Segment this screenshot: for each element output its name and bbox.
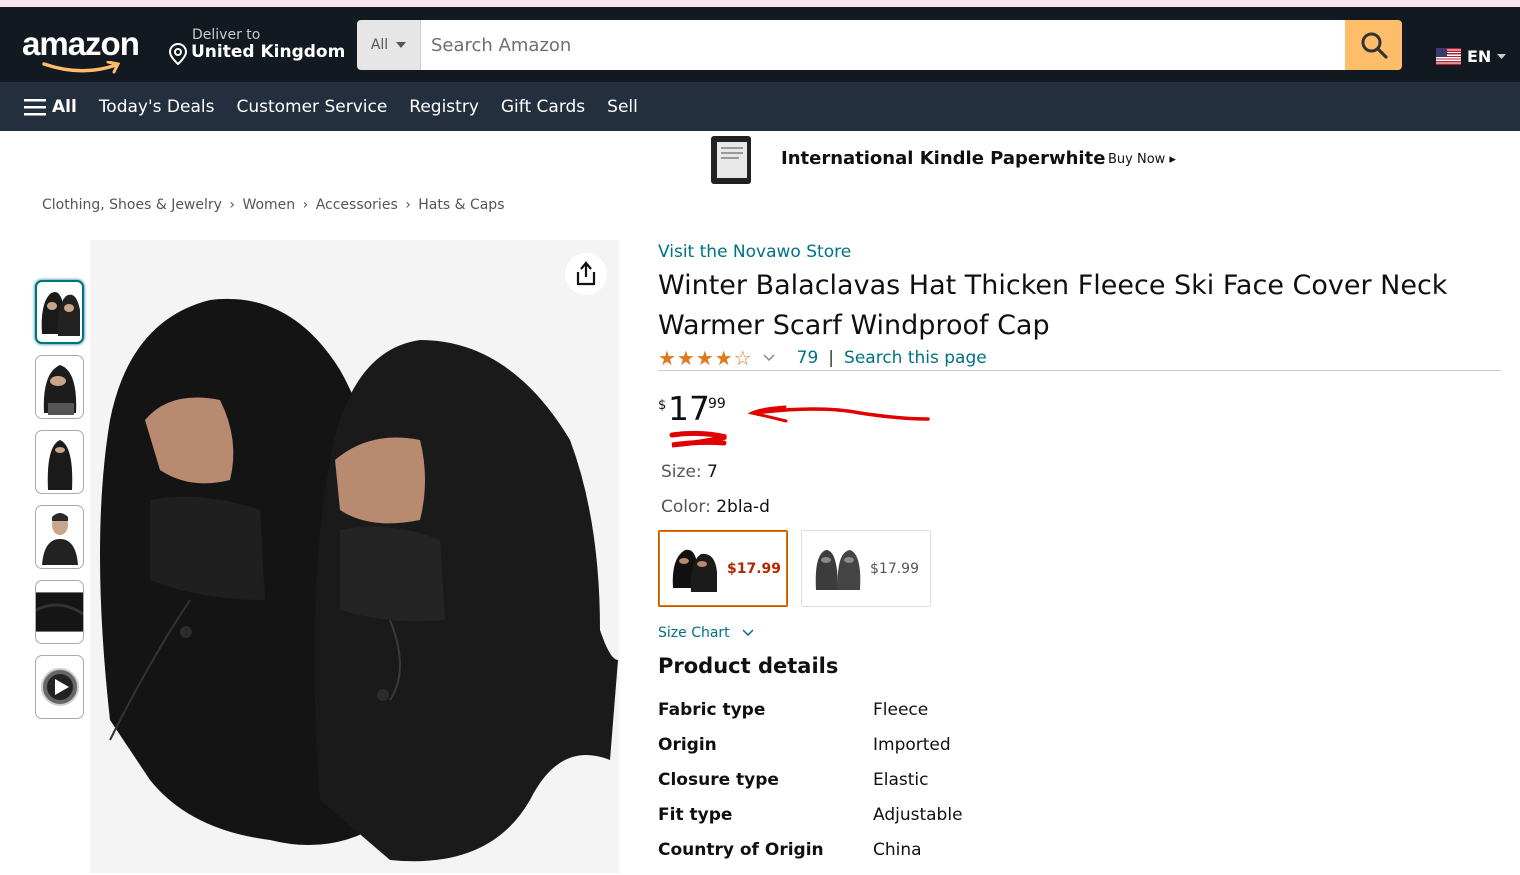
search-icon [1361,32,1388,59]
breadcrumb: Clothing, Shoes & Jewelry › Women › Acce… [42,197,508,213]
all-menu-label: All [52,96,77,117]
us-flag-icon [1436,48,1461,65]
kindle-device-icon [711,136,751,184]
product-details-table: Fabric type Fleece Origin Imported Closure… [658,700,963,875]
hamburger-menu-icon [24,98,46,115]
divider [658,370,1501,371]
detail-value: Imported [873,735,951,755]
detail-key: Fabric type [658,700,766,720]
red-annotation-marks [669,405,930,448]
detail-value: Elastic [873,770,929,790]
nav-todays-deals[interactable]: Today's Deals [99,97,215,117]
detail-value: Adjustable [873,805,963,825]
table-row: Country of Origin China [658,840,963,875]
rating-count-link[interactable]: 79 [797,348,819,368]
swatch-price: $17.99 [870,560,919,577]
breadcrumb-women[interactable]: Women [242,197,295,213]
language-selector[interactable]: EN [1436,47,1507,66]
star-rating-icon[interactable]: ★★★★☆ [658,346,753,370]
search-category-label: All [370,37,389,53]
top-accent-bar [0,0,1520,7]
swatch-image [815,549,861,590]
detail-key: Country of Origin [658,840,824,860]
main-product-image[interactable] [90,240,619,873]
search-bar: All [357,20,1402,70]
top-navigation: amazon Deliver to United Kingdom All EN [0,7,1520,82]
color-swatch-black[interactable]: $17.99 [658,530,788,607]
secondary-navigation: All Today's Deals Customer Service Regis… [0,82,1520,131]
product-title: Winter Balaclavas Hat Thicken Fleece Ski… [658,270,1448,341]
product-details-heading: Product details [658,654,839,678]
table-row: Closure type Elastic [658,770,963,805]
detail-value: Fleece [873,700,929,720]
chevron-down-icon [742,629,754,637]
breadcrumb-separator: › [302,197,309,213]
chevron-down-icon[interactable] [763,354,775,362]
buy-now-link[interactable]: Buy Now ▸ [1108,152,1176,167]
nav-gift-cards[interactable]: Gift Cards [501,97,585,117]
chevron-down-icon [1497,54,1507,59]
breadcrumb-separator: › [405,197,411,213]
thumbnail-image[interactable] [35,580,84,644]
all-menu-button[interactable]: All [24,97,77,117]
detail-key: Closure type [658,770,779,790]
size-label: Size: [661,462,702,482]
table-row: Fabric type Fleece [658,700,963,735]
search-button[interactable] [1345,20,1402,70]
swatch-image [672,549,717,592]
table-row: Fit type Adjustable [658,805,963,840]
nav-sell[interactable]: Sell [607,97,638,117]
color-swatch-gray[interactable]: $17.99 [801,530,931,607]
smile-arrow-icon [42,61,121,74]
size-value: 7 [707,462,718,482]
breadcrumb-clothing[interactable]: Clothing, Shoes & Jewelry [42,197,222,213]
detail-value: China [873,840,922,860]
nav-customer-service[interactable]: Customer Service [236,97,387,117]
detail-key: Origin [658,735,717,755]
video-thumbnail[interactable] [35,655,84,719]
play-icon [40,668,79,706]
thumbnail-list [35,280,84,730]
color-label: Color: [661,497,711,517]
rating-separator: | [828,348,835,368]
color-value: 2bla-d [716,497,770,517]
search-category-dropdown[interactable]: All [357,20,421,70]
thumbnail-image[interactable] [35,505,84,569]
store-link[interactable]: Visit the Novawo Store [658,242,851,262]
share-button[interactable] [565,253,607,295]
nav-registry[interactable]: Registry [409,97,479,117]
share-icon [576,261,596,286]
table-row: Origin Imported [658,735,963,770]
chevron-down-icon [396,42,407,48]
amazon-logo[interactable]: amazon [22,25,140,74]
size-row: Size: 7 [661,462,718,482]
thumbnail-image[interactable] [35,280,84,344]
thumbnail-image[interactable] [35,430,84,494]
search-this-page-link[interactable]: Search this page [844,348,987,368]
search-input[interactable] [421,20,1345,70]
breadcrumb-separator: › [229,197,235,213]
breadcrumb-accessories[interactable]: Accessories [316,197,398,213]
swatch-price: $17.99 [727,560,782,577]
breadcrumb-hats-caps[interactable]: Hats & Caps [418,197,504,213]
color-row: Color: 2bla-d [661,497,770,517]
kindle-promo-banner[interactable]: International Kindle Paperwhite Buy Now … [706,133,1186,188]
rating-row: ★★★★☆ 79 | Search this page [658,346,987,370]
banner-title: International Kindle Paperwhite [781,148,1106,169]
thumbnail-image[interactable] [35,355,84,419]
detail-key: Fit type [658,805,733,825]
language-label: EN [1467,47,1492,66]
location-pin-icon [168,43,188,65]
size-chart-link[interactable]: Size Chart [658,625,754,641]
deliver-label: Deliver to [192,27,261,43]
size-chart-label: Size Chart [658,625,730,641]
deliver-country: United Kingdom [191,42,346,62]
